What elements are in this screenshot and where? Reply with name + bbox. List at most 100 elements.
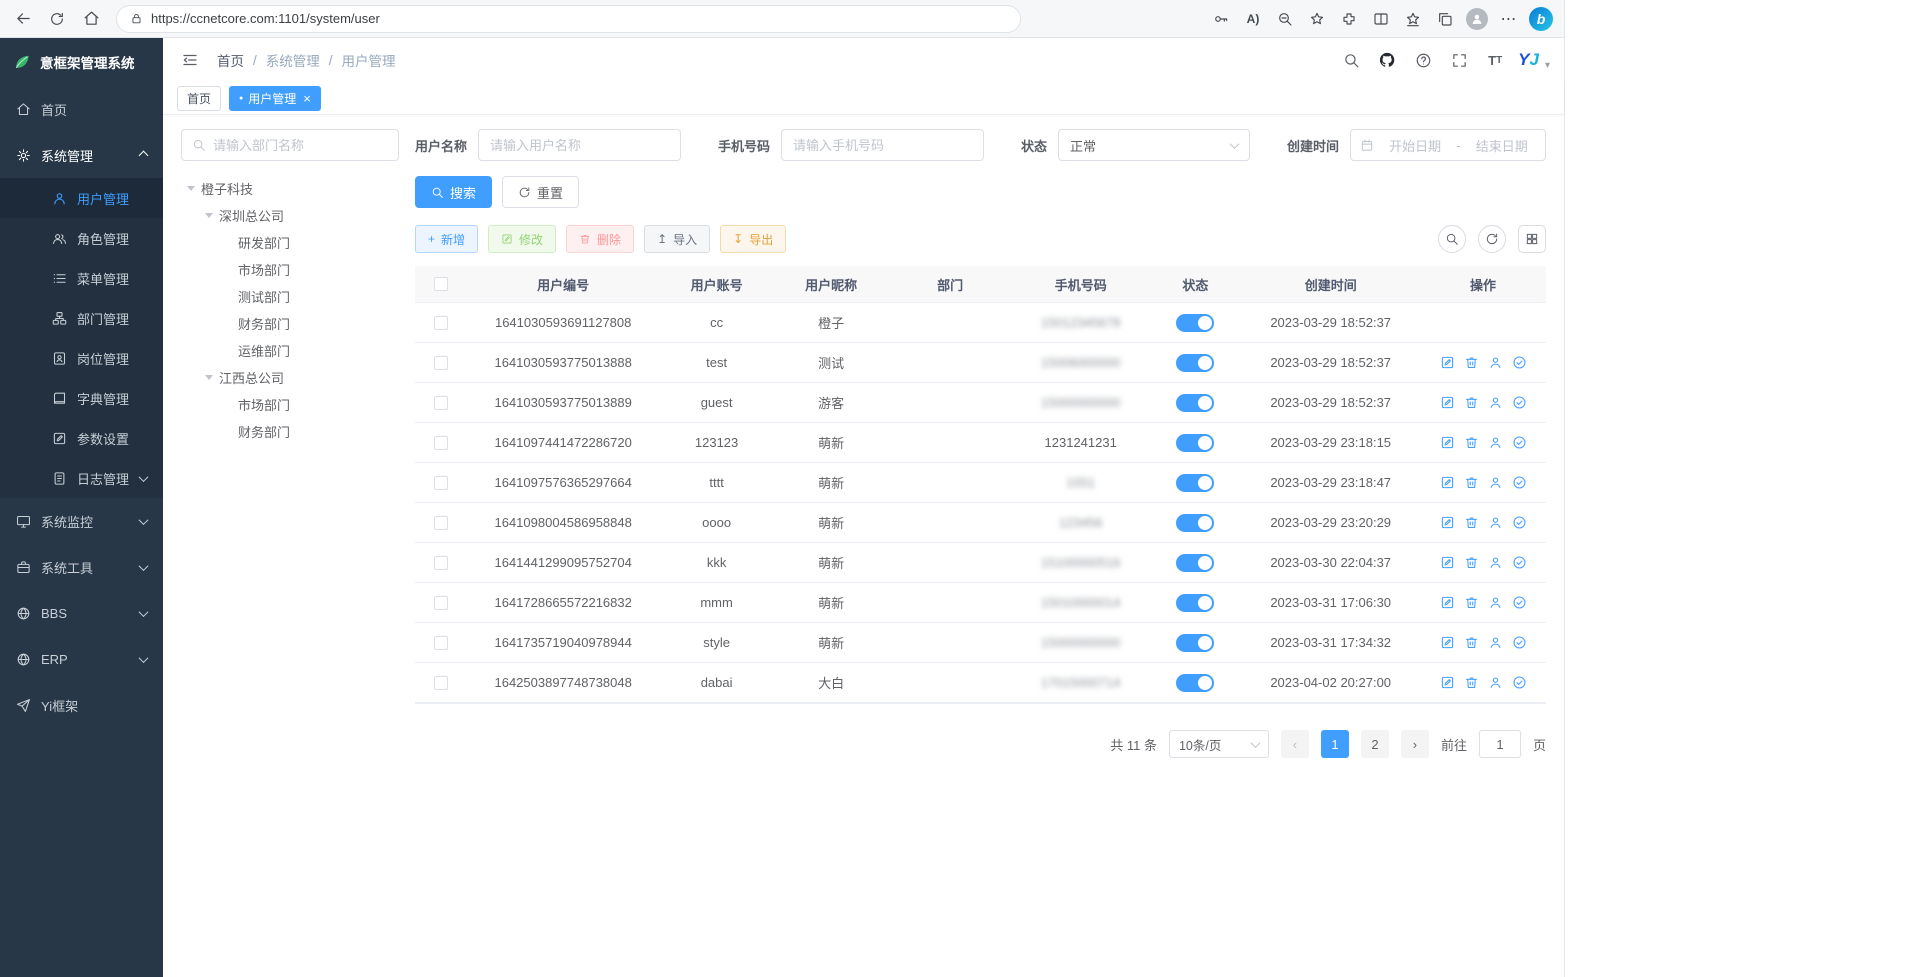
row-edit-icon[interactable] <box>1440 515 1455 530</box>
select-all-checkbox[interactable] <box>434 277 448 291</box>
row-checkbox[interactable] <box>434 556 448 570</box>
row-delete-icon[interactable] <box>1464 355 1479 370</box>
tree-node[interactable]: 江西总公司 <box>181 364 399 391</box>
row-delete-icon[interactable] <box>1464 435 1479 450</box>
sidebar-item-home[interactable]: 首页 <box>0 86 163 132</box>
row-checkbox[interactable] <box>434 436 448 450</box>
sidebar-item-log-management[interactable]: 日志管理 <box>0 458 163 498</box>
sidebar-item-post-management[interactable]: 岗位管理 <box>0 338 163 378</box>
row-delete-icon[interactable] <box>1464 675 1479 690</box>
row-checkbox[interactable] <box>434 316 448 330</box>
github-icon[interactable] <box>1374 47 1400 73</box>
favorites-icon[interactable] <box>1398 5 1428 33</box>
status-toggle[interactable] <box>1176 594 1214 612</box>
collections-icon[interactable] <box>1430 5 1460 33</box>
phone-input[interactable] <box>781 129 984 161</box>
goto-page-input[interactable] <box>1479 730 1521 758</box>
chevron-down-icon[interactable]: ▾ <box>1545 60 1550 71</box>
caret-icon[interactable] <box>205 213 213 218</box>
search-icon[interactable] <box>1338 47 1364 73</box>
sidebar-item-role-management[interactable]: 角色管理 <box>0 218 163 258</box>
row-edit-icon[interactable] <box>1440 435 1455 450</box>
status-toggle[interactable] <box>1176 314 1214 332</box>
next-page-button[interactable]: › <box>1401 730 1429 758</box>
dept-search-box[interactable] <box>181 129 399 161</box>
tree-node[interactable]: 测试部门 <box>181 283 399 310</box>
help-icon[interactable] <box>1410 47 1436 73</box>
tree-node[interactable]: 市场部门 <box>181 256 399 283</box>
font-size-icon[interactable]: TT <box>1482 47 1508 73</box>
row-reset-password-icon[interactable] <box>1488 515 1503 530</box>
tree-node[interactable]: 运维部门 <box>181 337 399 364</box>
tree-node[interactable]: 橙子科技 <box>181 175 399 202</box>
sidebar-item-param-settings[interactable]: 参数设置 <box>0 418 163 458</box>
tab-home[interactable]: 首页 <box>177 86 221 111</box>
refresh-table-icon[interactable] <box>1478 225 1506 253</box>
sidebar-item-dict-management[interactable]: 字典管理 <box>0 378 163 418</box>
row-assign-role-icon[interactable] <box>1512 435 1527 450</box>
prev-page-button[interactable]: ‹ <box>1281 730 1309 758</box>
sidebar-item-system[interactable]: 系统管理 <box>0 132 163 178</box>
extensions-icon[interactable] <box>1334 5 1364 33</box>
page-number-button[interactable]: 1 <box>1321 730 1349 758</box>
row-delete-icon[interactable] <box>1464 395 1479 410</box>
caret-icon[interactable] <box>187 186 195 191</box>
row-edit-icon[interactable] <box>1440 635 1455 650</box>
export-button[interactable]: ↧导出 <box>720 225 786 253</box>
sidebar-item-bbs[interactable]: BBS <box>0 590 163 636</box>
row-edit-icon[interactable] <box>1440 355 1455 370</box>
split-screen-icon[interactable] <box>1366 5 1396 33</box>
row-delete-icon[interactable] <box>1464 595 1479 610</box>
tree-node[interactable]: 深圳总公司 <box>181 202 399 229</box>
row-reset-password-icon[interactable] <box>1488 475 1503 490</box>
row-assign-role-icon[interactable] <box>1512 555 1527 570</box>
status-toggle[interactable] <box>1176 354 1214 372</box>
row-checkbox[interactable] <box>434 516 448 530</box>
user-avatar-logo[interactable]: YJ <box>1518 50 1539 70</box>
sidebar-item-system-tools[interactable]: 系统工具 <box>0 544 163 590</box>
tab-user-management[interactable]: ● 用户管理 × <box>229 86 321 111</box>
more-options-icon[interactable]: ⋯ <box>1494 5 1524 33</box>
row-delete-icon[interactable] <box>1464 475 1479 490</box>
page-number-button[interactable]: 2 <box>1361 730 1389 758</box>
password-key-icon[interactable] <box>1206 5 1236 33</box>
back-icon[interactable] <box>8 5 38 33</box>
status-toggle[interactable] <box>1176 514 1214 532</box>
row-assign-role-icon[interactable] <box>1512 355 1527 370</box>
row-reset-password-icon[interactable] <box>1488 355 1503 370</box>
row-assign-role-icon[interactable] <box>1512 515 1527 530</box>
add-button[interactable]: +新增 <box>415 225 478 253</box>
column-settings-icon[interactable] <box>1518 225 1546 253</box>
refresh-icon[interactable] <box>42 5 72 33</box>
tree-node[interactable]: 研发部门 <box>181 229 399 256</box>
row-reset-password-icon[interactable] <box>1488 555 1503 570</box>
row-checkbox[interactable] <box>434 636 448 650</box>
sidebar-item-dept-management[interactable]: 部门管理 <box>0 298 163 338</box>
status-toggle[interactable] <box>1176 434 1214 452</box>
reset-button[interactable]: 重置 <box>502 176 579 208</box>
sidebar-item-yi-framework[interactable]: Yi框架 <box>0 682 163 728</box>
collapse-sidebar-icon[interactable] <box>177 47 203 73</box>
search-button[interactable]: 搜索 <box>415 176 492 208</box>
row-edit-icon[interactable] <box>1440 475 1455 490</box>
close-icon[interactable]: × <box>303 91 311 106</box>
status-toggle[interactable] <box>1176 394 1214 412</box>
row-assign-role-icon[interactable] <box>1512 595 1527 610</box>
row-checkbox[interactable] <box>434 476 448 490</box>
import-button[interactable]: ↥导入 <box>644 225 710 253</box>
add-favorite-icon[interactable] <box>1302 5 1332 33</box>
tree-node[interactable]: 市场部门 <box>181 391 399 418</box>
status-select[interactable]: 正常 <box>1058 129 1250 161</box>
zoom-icon[interactable] <box>1270 5 1300 33</box>
row-assign-role-icon[interactable] <box>1512 395 1527 410</box>
row-reset-password-icon[interactable] <box>1488 395 1503 410</box>
caret-icon[interactable] <box>205 375 213 380</box>
tree-node[interactable]: 财务部门 <box>181 310 399 337</box>
browser-home-icon[interactable] <box>76 5 106 33</box>
row-reset-password-icon[interactable] <box>1488 675 1503 690</box>
username-input[interactable] <box>478 129 681 161</box>
toggle-search-icon[interactable] <box>1438 225 1466 253</box>
row-assign-role-icon[interactable] <box>1512 675 1527 690</box>
sidebar-item-erp[interactable]: ERP <box>0 636 163 682</box>
sidebar-item-menu-management[interactable]: 菜单管理 <box>0 258 163 298</box>
